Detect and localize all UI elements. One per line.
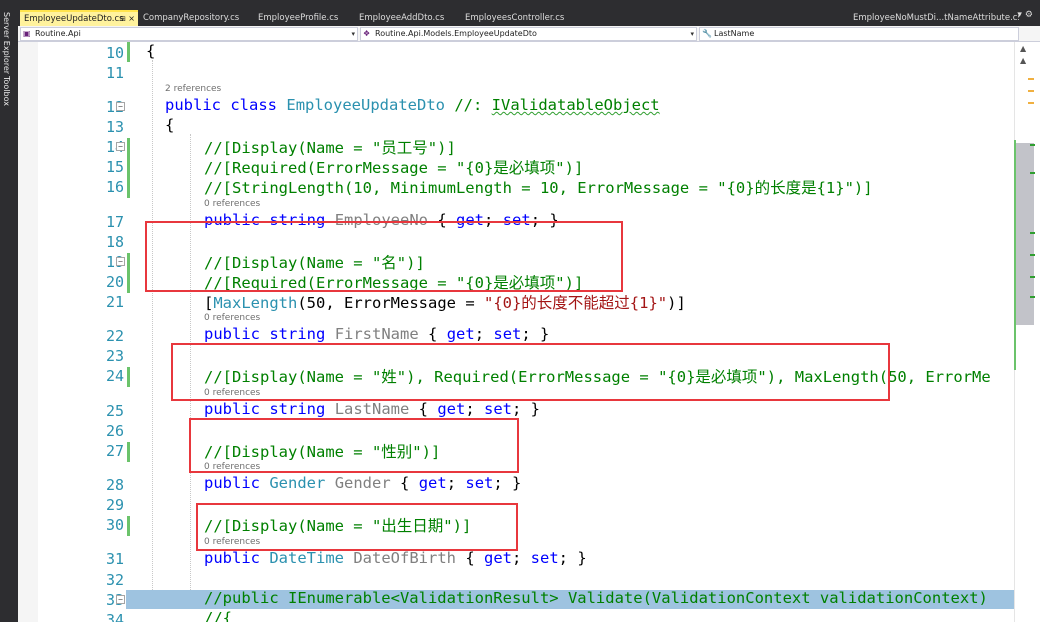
tab-employee-update-dto[interactable]: EmployeeUpdateDto.cs ⊞ × bbox=[20, 10, 138, 26]
tab-label: EmployeeUpdateDto.cs bbox=[24, 14, 124, 24]
code-line-34[interactable]: //{ bbox=[204, 609, 232, 622]
code-line-10[interactable]: { bbox=[146, 42, 155, 60]
codelens-references[interactable]: 2 references bbox=[165, 84, 221, 94]
change-overview-bar bbox=[1014, 140, 1016, 370]
change-marker bbox=[127, 516, 130, 536]
line-number: 13 bbox=[105, 118, 124, 136]
line-number: 26 bbox=[105, 422, 124, 440]
line-number: 27 bbox=[105, 442, 124, 460]
scroll-marker bbox=[1030, 296, 1035, 298]
line-number: 25 bbox=[105, 402, 124, 420]
chevron-down-icon: ▾ bbox=[351, 30, 355, 38]
code-editor[interactable]: 10 11 12 13 14 15 16 17 18 19 20 21 22 2… bbox=[18, 42, 1018, 622]
line-number: 20 bbox=[105, 273, 124, 291]
line-number: 16 bbox=[105, 178, 124, 196]
type-dropdown[interactable]: ❖ Routine.Api.Models.EmployeeUpdateDto ▾ bbox=[360, 27, 697, 41]
line-number: 22 bbox=[105, 327, 124, 345]
property-icon: 🔧 bbox=[702, 29, 712, 38]
annotation-box-dateofbirth bbox=[196, 503, 518, 551]
scroll-up-icon[interactable]: ▲ bbox=[1020, 44, 1026, 53]
tool-window-strip: Server Explorer Toolbox bbox=[0, 0, 18, 622]
code-line-28[interactable]: public Gender Gender { get; set; } bbox=[204, 474, 521, 492]
scroll-marker bbox=[1030, 232, 1035, 234]
line-number: 21 bbox=[105, 293, 124, 311]
code-line-31[interactable]: public DateTime DateOfBirth { get; set; … bbox=[204, 549, 587, 567]
line-number: 15 bbox=[105, 158, 124, 176]
line-number: 28 bbox=[105, 476, 124, 494]
vertical-scrollbar[interactable] bbox=[1014, 42, 1040, 622]
annotation-box-lastname bbox=[171, 343, 890, 401]
tab-employee-add-dto[interactable]: EmployeeAddDto.cs bbox=[355, 10, 459, 26]
scroll-marker bbox=[1028, 78, 1034, 80]
close-icon[interactable]: × bbox=[128, 12, 135, 26]
document-tab-bar: EmployeeUpdateDto.cs ⊞ × CompanyReposito… bbox=[18, 0, 1040, 26]
tab-employee-profile[interactable]: EmployeeProfile.cs bbox=[254, 10, 352, 26]
chevron-down-icon: ▾ bbox=[690, 30, 694, 38]
scroll-marker bbox=[1028, 90, 1034, 92]
navigation-bar: ▣ Routine.Api ▾ ❖ Routine.Api.Models.Emp… bbox=[18, 26, 1040, 42]
indent-guide bbox=[152, 60, 153, 590]
change-marker bbox=[127, 138, 130, 198]
annotation-box-firstname bbox=[145, 221, 623, 292]
code-line-21[interactable]: [MaxLength(50, ErrorMessage = "{0}的长度不能超… bbox=[204, 291, 686, 313]
pin-icon[interactable]: ⊞ bbox=[120, 12, 126, 26]
annotation-box-gender bbox=[189, 418, 519, 473]
change-marker bbox=[127, 367, 130, 387]
collapse-toggle[interactable]: − bbox=[116, 257, 125, 266]
line-number: 32 bbox=[105, 571, 124, 589]
line-number: 23 bbox=[105, 347, 124, 365]
tab-employees-controller[interactable]: EmployeesController.cs bbox=[461, 10, 575, 26]
member-dropdown[interactable]: 🔧 LastName bbox=[699, 27, 1019, 41]
server-explorer-tab[interactable]: Server Explorer bbox=[2, 12, 11, 74]
line-number: 19 bbox=[105, 253, 124, 271]
scroll-marker bbox=[1030, 276, 1035, 278]
codelens-references[interactable]: 0 references bbox=[204, 313, 260, 323]
change-marker bbox=[127, 253, 130, 293]
code-line-15[interactable]: //[Required(ErrorMessage = "{0}是必填项")] bbox=[204, 156, 583, 178]
line-number: 10 bbox=[105, 44, 124, 62]
line-number: 31 bbox=[105, 550, 124, 568]
project-dropdown[interactable]: ▣ Routine.Api ▾ bbox=[20, 27, 358, 41]
change-marker bbox=[127, 442, 130, 462]
scroll-marker bbox=[1030, 254, 1035, 256]
line-number: 14 bbox=[105, 138, 124, 156]
line-number: 12 bbox=[105, 98, 124, 116]
change-marker bbox=[127, 42, 130, 62]
code-line-13[interactable]: { bbox=[165, 116, 174, 134]
tab-company-repository[interactable]: CompanyRepository.cs bbox=[139, 10, 251, 26]
line-number: 17 bbox=[105, 213, 124, 231]
line-number: 34 bbox=[105, 611, 124, 622]
tab-overflow-icons[interactable]: ▾⚙ bbox=[1017, 10, 1036, 20]
code-line-12[interactable]: public class EmployeeUpdateDto //: IVali… bbox=[165, 96, 660, 114]
collapse-toggle[interactable]: − bbox=[116, 595, 125, 604]
scroll-marker bbox=[1030, 172, 1035, 174]
code-line-16[interactable]: //[StringLength(10, MinimumLength = 10, … bbox=[204, 176, 873, 198]
line-number: 33 bbox=[105, 591, 124, 609]
collapse-toggle[interactable]: − bbox=[116, 142, 125, 151]
class-icon: ❖ bbox=[363, 29, 371, 38]
line-number: 18 bbox=[105, 233, 124, 251]
csharp-project-icon: ▣ bbox=[23, 29, 31, 38]
code-area[interactable]: 10 11 12 13 14 15 16 17 18 19 20 21 22 2… bbox=[18, 42, 1018, 622]
code-line-25[interactable]: public string LastName { get; set; } bbox=[204, 400, 540, 418]
line-number: 24 bbox=[105, 367, 124, 385]
codelens-references[interactable]: 0 references bbox=[204, 199, 260, 209]
line-number: 29 bbox=[105, 496, 124, 514]
code-line-33[interactable]: //public IEnumerable<ValidationResult> V… bbox=[204, 589, 988, 607]
tab-employee-no-must-differ-attribute[interactable]: EmployeeNoMustDi...tNameAttribute.cs bbox=[849, 10, 1019, 26]
split-icon[interactable]: ▲ bbox=[1020, 56, 1026, 65]
code-line-14[interactable]: //[Display(Name = "员工号")] bbox=[204, 136, 456, 158]
scroll-marker bbox=[1028, 102, 1034, 104]
code-line-22[interactable]: public string FirstName { get; set; } bbox=[204, 325, 549, 343]
line-number: 11 bbox=[105, 64, 124, 82]
scroll-marker bbox=[1030, 144, 1035, 146]
collapse-toggle[interactable]: − bbox=[116, 102, 125, 111]
line-number: 30 bbox=[105, 516, 124, 534]
toolbox-tab[interactable]: Toolbox bbox=[2, 76, 11, 106]
